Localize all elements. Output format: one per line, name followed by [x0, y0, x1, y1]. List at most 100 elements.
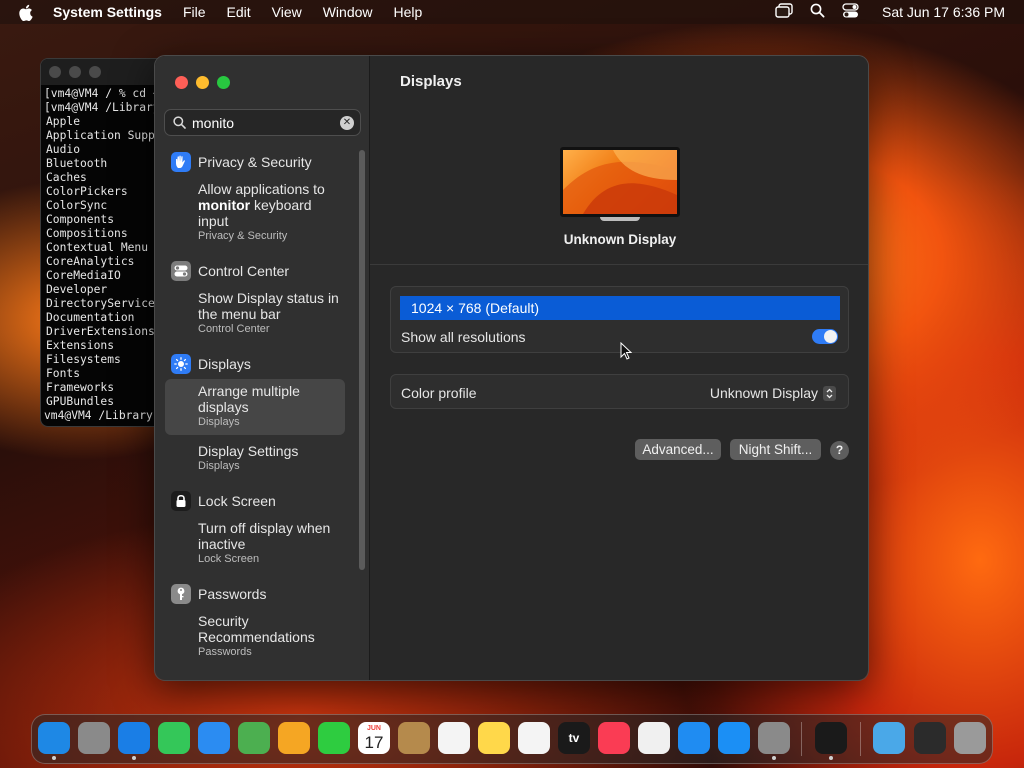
- search-result-item[interactable]: Security Recommendations Passwords: [165, 609, 345, 665]
- result-category[interactable]: Control Center: [171, 260, 360, 282]
- menu-file[interactable]: File: [183, 4, 206, 20]
- terminal-line: ColorSync: [46, 199, 108, 212]
- show-all-resolutions-toggle[interactable]: [812, 329, 838, 344]
- system-settings-icon[interactable]: [758, 722, 790, 754]
- search-result-title: Allow applications to monitor keyboard i…: [198, 181, 325, 229]
- notes-icon[interactable]: [478, 722, 510, 754]
- terminal-close-button[interactable]: [49, 66, 61, 78]
- advanced-button[interactable]: Advanced...: [635, 439, 721, 460]
- search-result-item[interactable]: Show Display status in the menu bar Contr…: [165, 286, 345, 342]
- finder-icon[interactable]: [38, 722, 70, 754]
- result-category[interactable]: Displays: [171, 353, 360, 375]
- messages-icon[interactable]: [158, 722, 190, 754]
- downloads-folder-icon[interactable]: [873, 722, 905, 754]
- search-result-item[interactable]: Arrange multiple displays Displays: [165, 379, 345, 435]
- screen-mirroring-icon[interactable]: [775, 3, 793, 21]
- terminal-line: [vm4@VM4 / % cd ~/Library: [44, 87, 169, 100]
- key-icon: [171, 584, 191, 604]
- resolution-option-selected[interactable]: 1024 × 768 (Default): [400, 296, 840, 320]
- search-result-subtitle: Displays: [198, 416, 240, 428]
- search-result-item[interactable]: Display Settings Displays: [165, 439, 345, 479]
- result-category[interactable]: Lock Screen: [171, 490, 360, 512]
- app-store-icon[interactable]: [718, 722, 750, 754]
- menu-window[interactable]: Window: [323, 4, 373, 20]
- reminders-icon[interactable]: [438, 722, 470, 754]
- terminal-line: DriverExtensions: [46, 325, 155, 338]
- menu-edit[interactable]: Edit: [227, 4, 251, 20]
- dock-separator: [860, 722, 861, 756]
- terminal-zoom-button[interactable]: [89, 66, 101, 78]
- magnifier-icon: [173, 116, 186, 129]
- clear-search-icon[interactable]: ✕: [340, 116, 354, 130]
- contacts-icon[interactable]: [398, 722, 430, 754]
- news-icon[interactable]: [638, 722, 670, 754]
- photos-icon[interactable]: [278, 722, 310, 754]
- result-category-label: Displays: [198, 356, 251, 372]
- apple-menu-icon[interactable]: [18, 4, 38, 21]
- menu-clock[interactable]: Sat Jun 17 6:36 PM: [882, 4, 1005, 20]
- trash-icon[interactable]: [954, 722, 986, 754]
- search-field[interactable]: monito ✕: [164, 109, 361, 136]
- result-category-label: Privacy & Security: [198, 154, 312, 170]
- search-result-subtitle: Privacy & Security: [198, 230, 288, 242]
- system-settings-window: monito ✕ Privacy & Security Allow applica…: [154, 55, 869, 681]
- window-controls: [175, 76, 230, 89]
- terminal-title-bar[interactable]: [41, 59, 169, 85]
- terminal-line: Compositions: [46, 227, 128, 240]
- search-result-title: Display Settings: [198, 443, 299, 459]
- screenshot-thumbnail-icon[interactable]: [914, 722, 946, 754]
- result-category[interactable]: Passwords: [171, 583, 360, 605]
- mail-icon[interactable]: [198, 722, 230, 754]
- terminal-line: vm4@VM4 /Library %: [44, 409, 167, 422]
- search-result-item[interactable]: Allow applications to monitor keyboard i…: [165, 177, 345, 249]
- section-divider: [370, 264, 868, 265]
- terminal-line: Contextual Menu Items: [46, 241, 169, 254]
- terminal-line: Apple: [46, 115, 81, 128]
- calendar-icon[interactable]: JUN 17: [358, 722, 390, 754]
- keynote-icon[interactable]: [678, 722, 710, 754]
- search-result-subtitle: Lock Screen: [198, 553, 260, 565]
- search-result-item[interactable]: Turn off display when inactive Lock Scree…: [165, 516, 345, 572]
- terminal-output[interactable]: [vm4@VM4 / % cd ~/Library[vm4@VM4 /Libra…: [41, 85, 169, 423]
- facetime-icon[interactable]: [318, 722, 350, 754]
- menu-app-name[interactable]: System Settings: [53, 4, 162, 20]
- terminal-window[interactable]: [vm4@VM4 / % cd ~/Library[vm4@VM4 /Libra…: [40, 58, 170, 427]
- terminal-line: CoreAnalytics: [46, 255, 135, 268]
- control-center-icon[interactable]: [842, 3, 859, 21]
- freeform-icon[interactable]: [518, 722, 550, 754]
- displays-pane: Displays Unknown Display 1024 × 768 (Def…: [370, 56, 868, 680]
- color-profile-popup[interactable]: Unknown Display: [710, 385, 836, 401]
- music-icon[interactable]: [598, 722, 630, 754]
- search-result-title: Show Display status in the menu bar: [198, 290, 339, 322]
- zoom-button[interactable]: [217, 76, 230, 89]
- close-button[interactable]: [175, 76, 188, 89]
- apple-tv-icon[interactable]: tv: [558, 722, 590, 754]
- toggle-switches-icon: [171, 261, 191, 281]
- launchpad-icon[interactable]: [78, 722, 110, 754]
- running-indicator: [132, 756, 136, 760]
- night-shift-button[interactable]: Night Shift...: [730, 439, 821, 460]
- color-profile-group: Color profile Unknown Display: [390, 374, 849, 409]
- search-icon[interactable]: [810, 3, 825, 21]
- result-category[interactable]: Privacy & Security: [171, 151, 360, 173]
- minimize-button[interactable]: [196, 76, 209, 89]
- help-button[interactable]: ?: [830, 441, 849, 460]
- search-result-subtitle: Control Center: [198, 323, 270, 335]
- terminal-icon[interactable]: [815, 722, 847, 754]
- safari-icon[interactable]: [118, 722, 150, 754]
- maps-icon[interactable]: [238, 722, 270, 754]
- menu-view[interactable]: View: [272, 4, 302, 20]
- result-category-label: Lock Screen: [198, 493, 276, 509]
- terminal-line: DirectoryServices: [46, 297, 162, 310]
- show-all-resolutions-label: Show all resolutions: [401, 329, 526, 345]
- pane-title: Displays: [400, 73, 462, 90]
- search-input[interactable]: monito: [192, 115, 234, 131]
- menu-help[interactable]: Help: [394, 4, 423, 20]
- sidebar-scrollbar[interactable]: [359, 150, 365, 570]
- terminal-line: Fonts: [46, 367, 81, 380]
- running-indicator: [772, 756, 776, 760]
- display-thumbnail[interactable]: [560, 147, 680, 222]
- search-results-list: Privacy & Security Allow applications to …: [155, 148, 360, 680]
- terminal-minimize-button[interactable]: [69, 66, 81, 78]
- terminal-line: Extensions: [46, 339, 115, 352]
